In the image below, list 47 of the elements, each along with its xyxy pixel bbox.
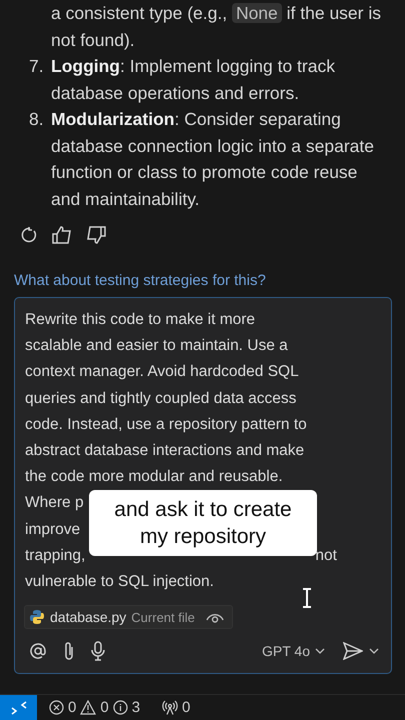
remote-button[interactable] (0, 695, 37, 720)
prompt-text-line: Rewrite this code to make it more (25, 310, 256, 330)
chevron-icon[interactable] (369, 648, 379, 654)
chat-input[interactable] (14, 297, 392, 674)
caption-text: and ask it to create (113, 497, 293, 523)
send-icon[interactable] (343, 642, 363, 660)
warning-icon (80, 700, 96, 715)
microphone-icon[interactable] (91, 641, 105, 662)
thumbs-up-icon[interactable] (52, 226, 72, 244)
broadcast-icon (162, 700, 178, 715)
chevron-icon (315, 648, 325, 654)
info-icon (112, 700, 128, 715)
python-icon (29, 609, 45, 626)
remote-icon (10, 700, 26, 714)
text-cursor-icon (302, 588, 312, 608)
eye-icon[interactable] (206, 611, 224, 624)
list-number: 8. (29, 108, 44, 131)
prompt-text-line: the code more modular and reusable. (25, 467, 283, 488)
file-name: database.py (50, 609, 126, 626)
prompt-text-line: context manager. Avoid hardcoded SQL (25, 362, 299, 382)
prompt-text-line: vulnerable to SQL injection. (25, 572, 214, 592)
prompt-text-line: Where p (25, 493, 84, 514)
error-icon (49, 700, 64, 715)
thumbs-down-icon[interactable] (86, 226, 106, 244)
file-chip[interactable]: database.py Current file (24, 605, 233, 630)
info-count: 3 (132, 699, 140, 716)
list-item-text: Modularization: Consider separating database connection logic into a separate function or class to promote code reuse and maintainability. (51, 108, 376, 211)
suggestion-link[interactable]: What about testing strategies for this? (0, 246, 405, 289)
paperclip-icon[interactable] (63, 641, 75, 662)
mention-icon[interactable] (29, 642, 47, 660)
prompt-text-line: improve (25, 520, 80, 540)
prompt-text-line: trapping, (25, 546, 86, 566)
list-number: 7. (29, 55, 44, 78)
prompt-text-line: scalable and easier to maintain. Use a (25, 336, 288, 356)
error-count: 0 (68, 699, 76, 716)
prompt-text-line: abstract database interactions and make (25, 441, 304, 462)
file-label: Current file (131, 610, 195, 625)
warning-count: 0 (100, 699, 109, 716)
caption-text: my repository (138, 524, 268, 550)
list-item-text: Logging: Implement logging to track database operations and errors. (51, 55, 336, 105)
prompt-text-line: code. Instead, use a repository pattern to (25, 414, 307, 435)
ports-count: 0 (182, 699, 190, 716)
prompt-text-line: not (315, 546, 337, 566)
model-dropdown[interactable]: GPT 4o (262, 643, 325, 660)
retry-icon[interactable] (20, 226, 38, 244)
prompt-text-line: queries and tightly coupled data access (25, 388, 296, 409)
response-text: a consistent type (e.g., None if the user is not found). (51, 2, 382, 52)
